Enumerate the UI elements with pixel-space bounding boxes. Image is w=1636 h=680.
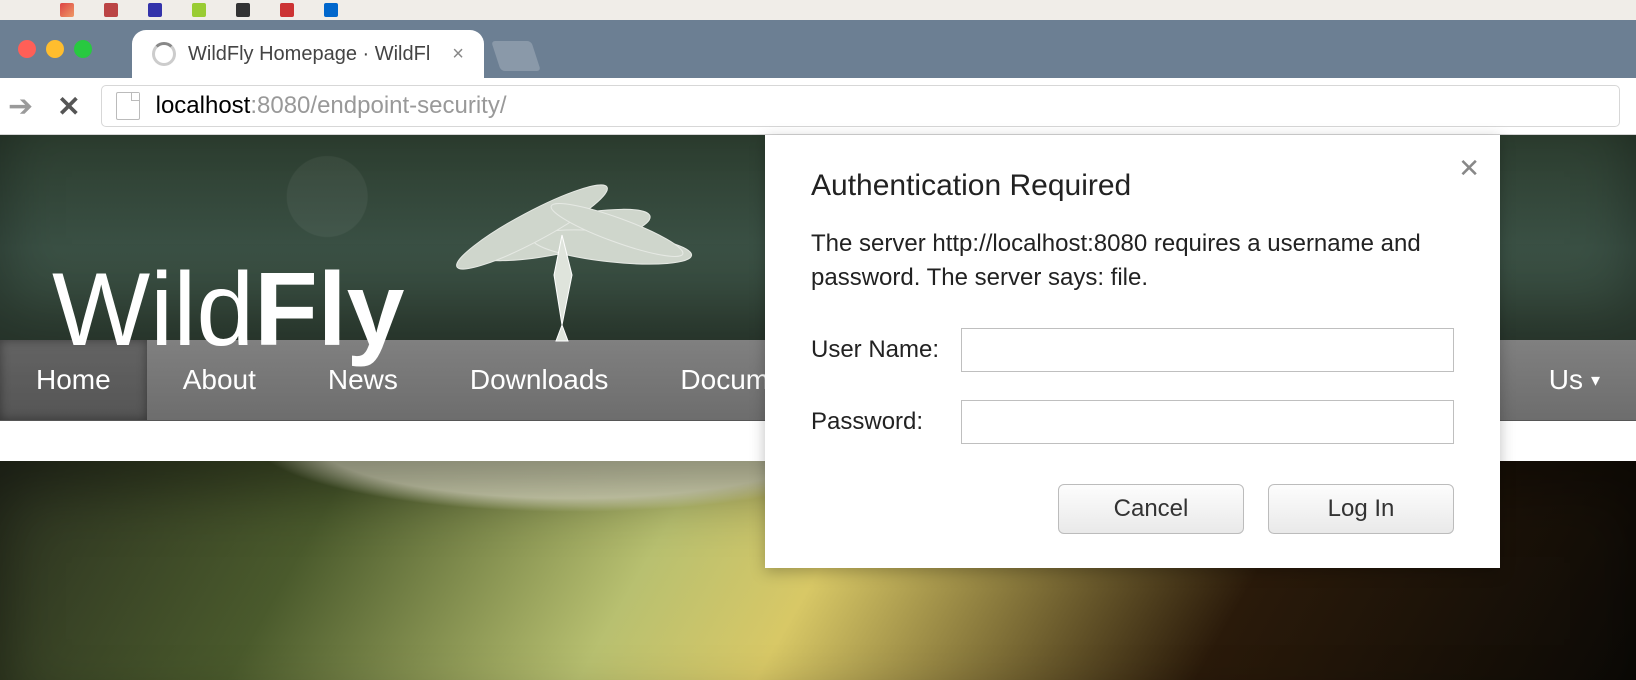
window-controls	[18, 40, 92, 58]
forward-icon[interactable]: ➔	[4, 89, 37, 124]
page-icon	[116, 92, 140, 120]
url-text: localhost:8080/endpoint-security/	[156, 92, 507, 120]
minimize-window-button[interactable]	[46, 40, 64, 58]
password-field: Password:	[811, 400, 1454, 444]
close-dialog-icon[interactable]: ✕	[1458, 153, 1480, 184]
username-field: User Name:	[811, 328, 1454, 372]
url-port: :8080	[250, 92, 310, 119]
cancel-button[interactable]: Cancel	[1058, 484, 1244, 534]
tab-title: WildFly Homepage · WildFl	[188, 43, 430, 66]
url-host: localhost	[156, 92, 251, 119]
zoom-window-button[interactable]	[74, 40, 92, 58]
auth-message: The server http://localhost:8080 require…	[811, 227, 1454, 294]
new-tab-button[interactable]	[491, 41, 541, 71]
toolbar: ➔ ✕ localhost:8080/endpoint-security/	[0, 78, 1636, 135]
tab-bar: WildFly Homepage · WildFl ×	[0, 20, 1636, 78]
browser-tab[interactable]: WildFly Homepage · WildFl ×	[132, 30, 484, 78]
close-tab-icon[interactable]: ×	[452, 43, 464, 66]
auth-dialog: ✕ Authentication Required The server htt…	[765, 135, 1500, 568]
nav-join-us[interactable]: Us ▾	[1513, 340, 1636, 420]
auth-title: Authentication Required	[811, 169, 1454, 203]
password-input[interactable]	[961, 400, 1454, 444]
nav-join-us-label: Us	[1549, 364, 1583, 396]
logo-text-bold: Fly	[254, 251, 404, 370]
login-button[interactable]: Log In	[1268, 484, 1454, 534]
loading-spinner-icon	[152, 42, 176, 66]
url-path: /endpoint-security/	[310, 92, 506, 119]
chevron-down-icon: ▾	[1591, 370, 1600, 391]
stop-reload-icon[interactable]: ✕	[57, 90, 80, 123]
logo-text-light: Wild	[52, 251, 254, 370]
page-viewport: WildFly Home About News Downloads Docume…	[0, 135, 1636, 680]
username-input[interactable]	[961, 328, 1454, 372]
auth-buttons: Cancel Log In	[811, 484, 1454, 534]
password-label: Password:	[811, 408, 961, 436]
dragonfly-icon	[412, 175, 732, 345]
username-label: User Name:	[811, 336, 961, 364]
wildfly-logo: WildFly	[52, 175, 732, 370]
bookmark-bar	[0, 0, 1636, 20]
close-window-button[interactable]	[18, 40, 36, 58]
address-bar[interactable]: localhost:8080/endpoint-security/	[101, 85, 1620, 127]
